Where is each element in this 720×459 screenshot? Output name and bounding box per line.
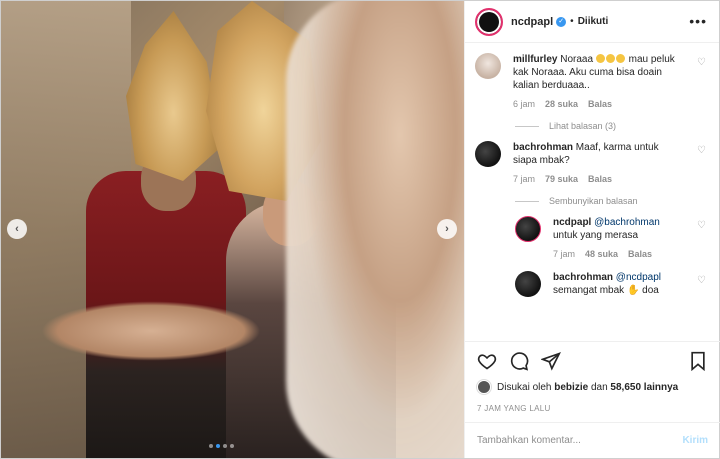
comment-meta: 7 jam 79 suka Balas <box>513 173 683 186</box>
comment-body: bachrohman Maaf, karma untuk siapa mbak?… <box>513 141 683 186</box>
comment-like-heart-icon[interactable]: ♡ <box>697 57 706 68</box>
liker-avatar <box>477 380 491 394</box>
reply-text-rest: doa <box>642 285 659 296</box>
comment-item: bachrohman Maaf, karma untuk siapa mbak?… <box>475 141 710 186</box>
praying-hands-emoji-icon: ✋ <box>626 285 640 296</box>
crying-emoji-icon <box>606 54 616 63</box>
author-avatar[interactable] <box>475 7 503 36</box>
reply-like-heart-icon[interactable]: ♡ <box>697 220 706 231</box>
replies-divider <box>515 200 539 202</box>
post-photo[interactable]: ‹ › <box>1 1 464 458</box>
share-icon[interactable] <box>541 351 561 371</box>
header-separator: • <box>570 16 574 27</box>
reply-item: bachrohman @ncdpapl semangat mbak ✋ doa … <box>515 271 710 297</box>
carousel-dot <box>223 444 227 448</box>
next-photo-button[interactable]: › <box>437 219 457 239</box>
chevron-right-icon: › <box>445 223 449 235</box>
bookmark-icon[interactable] <box>688 351 708 371</box>
comment-like-count[interactable]: 28 suka <box>545 98 578 111</box>
comment-time: 6 jam <box>513 99 536 109</box>
post-comment-button[interactable]: Kirim <box>682 435 708 446</box>
view-replies-toggle[interactable]: Lihat balasan (3) <box>515 121 710 131</box>
reply-time: 7 jam <box>553 249 576 259</box>
reply-username[interactable]: bachrohman <box>553 272 613 283</box>
reply-avatar[interactable] <box>515 216 541 242</box>
replies-divider <box>515 125 539 127</box>
likes-prefix: Disukai oleh <box>497 381 552 393</box>
hide-replies-label: Sembunyikan balasan <box>549 196 638 206</box>
author-username[interactable]: ncdpapl <box>511 16 553 28</box>
comment-like-heart-icon[interactable]: ♡ <box>697 145 706 156</box>
hide-replies-toggle[interactable]: Sembunyikan balasan <box>515 196 710 206</box>
reply-like-heart-icon[interactable]: ♡ <box>697 275 706 286</box>
carousel-dot <box>209 444 213 448</box>
likes-count[interactable]: 58,650 lainnya <box>610 382 678 393</box>
commenter-avatar[interactable] <box>475 53 501 79</box>
reply-mention-link[interactable]: @ncdpapl <box>616 272 661 283</box>
post-side-panel: ncdpapl ✓ • Diikuti ••• millfurley Noraa… <box>464 1 720 458</box>
follow-status-button[interactable]: Diikuti <box>578 16 609 27</box>
comment-item: millfurley Noraaa mau peluk kak Noraaa. … <box>475 53 710 111</box>
reply-button[interactable]: Balas <box>588 98 612 111</box>
chevron-left-icon: ‹ <box>15 223 19 235</box>
reply-mention-link[interactable]: @bachrohman <box>594 217 660 228</box>
reply-text: untuk yang merasa <box>553 230 639 241</box>
photo-groom-headdress <box>126 11 221 181</box>
comment-meta: 6 jam 28 suka Balas <box>513 98 683 111</box>
reply-meta: 7 jam 48 suka Balas <box>553 248 683 261</box>
post-timestamp: 7 JAM YANG LALU <box>477 404 551 413</box>
carousel-indicator <box>209 444 234 448</box>
comment-time: 7 jam <box>513 174 536 184</box>
reply-like-count[interactable]: 48 suka <box>585 248 618 261</box>
photo-hands <box>41 301 261 361</box>
comment-username[interactable]: millfurley <box>513 54 557 65</box>
carousel-dot-active <box>216 444 220 448</box>
reply-text: semangat mbak <box>553 285 625 296</box>
comment-text: Noraaa <box>560 54 594 65</box>
comment-icon[interactable] <box>509 351 529 371</box>
reply-body: ncdpapl @bachrohman untuk yang merasa 7 … <box>553 216 683 261</box>
reply-body: bachrohman @ncdpapl semangat mbak ✋ doa <box>553 271 683 297</box>
add-comment-bar: Kirim <box>465 422 720 458</box>
crying-emoji-icon <box>616 54 626 63</box>
comment-body: millfurley Noraaa mau peluk kak Noraaa. … <box>513 53 683 111</box>
likes-conjunction: dan <box>590 381 608 393</box>
reply-button[interactable]: Balas <box>588 173 612 186</box>
reply-item: ncdpapl @bachrohman untuk yang merasa 7 … <box>515 216 710 261</box>
verified-badge-icon: ✓ <box>556 16 567 27</box>
likes-summary[interactable]: Disukai oleh bebizie dan 58,650 lainnya <box>477 380 708 394</box>
commenter-avatar[interactable] <box>475 141 501 167</box>
crying-emoji-icon <box>596 54 606 63</box>
heart-icon[interactable] <box>477 351 497 371</box>
post-header: ncdpapl ✓ • Diikuti ••• <box>465 1 719 43</box>
reply-avatar[interactable] <box>515 271 541 297</box>
comments-list[interactable]: millfurley Noraaa mau peluk kak Noraaa. … <box>465 43 720 341</box>
reply-username[interactable]: ncdpapl <box>553 217 591 228</box>
view-replies-label: Lihat balasan (3) <box>549 121 617 131</box>
previous-photo-button[interactable]: ‹ <box>7 219 27 239</box>
carousel-dot <box>230 444 234 448</box>
comment-username[interactable]: bachrohman <box>513 142 573 153</box>
more-icon[interactable]: ••• <box>689 13 707 29</box>
reply-button[interactable]: Balas <box>628 248 652 261</box>
comment-like-count[interactable]: 79 suka <box>545 173 578 186</box>
liker-username[interactable]: bebizie <box>554 382 588 393</box>
instagram-post-window: ‹ › ncdpapl ✓ • Diikuti ••• millfurley N… <box>0 0 720 459</box>
action-icons <box>477 350 708 372</box>
comment-input[interactable] <box>477 435 683 446</box>
